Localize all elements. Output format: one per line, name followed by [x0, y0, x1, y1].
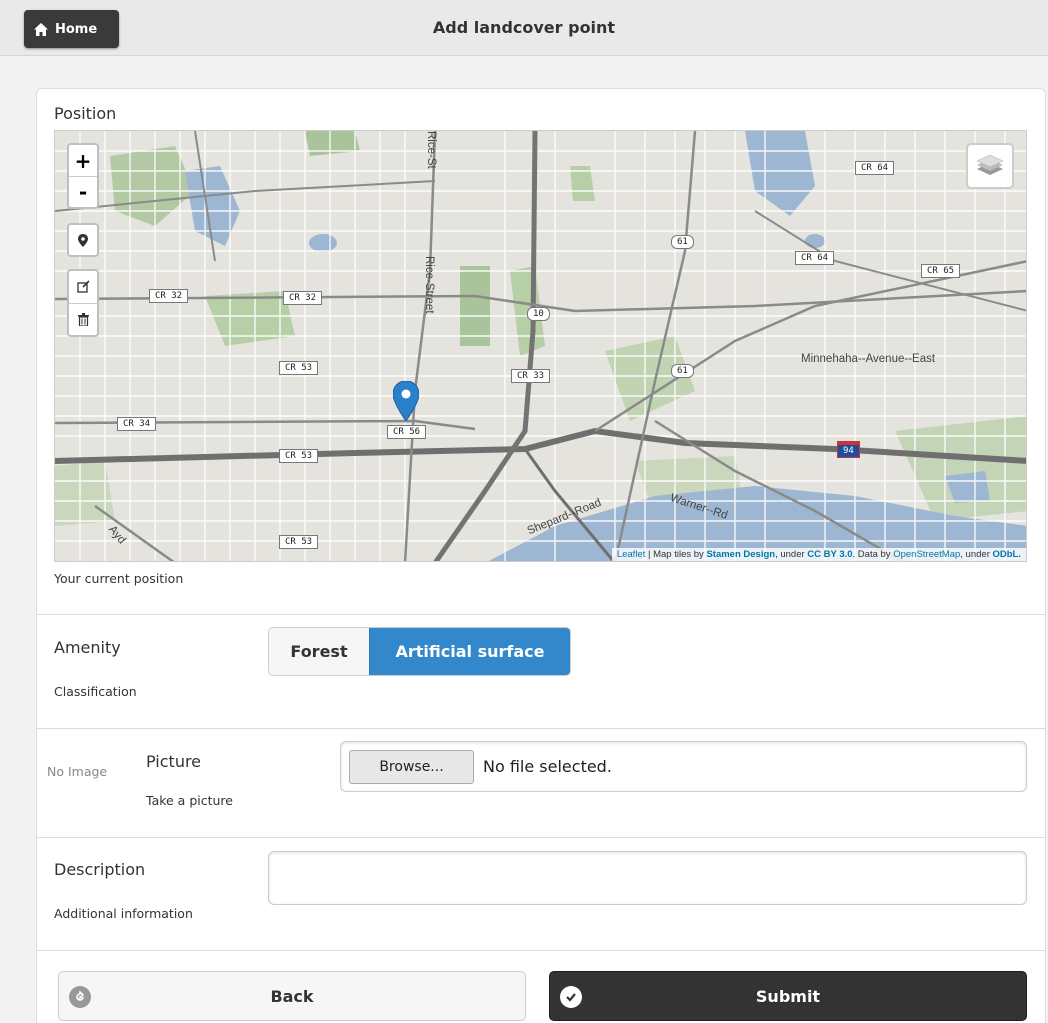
map-label: CR 32	[283, 291, 323, 305]
map-tiles	[55, 131, 1026, 561]
map-label: CR 64	[795, 251, 835, 265]
option-artificial-surface[interactable]: Artificial surface	[369, 628, 570, 675]
page-title: Add landcover point	[432, 18, 616, 37]
check-icon	[560, 986, 582, 1008]
us-shield: 61	[671, 364, 694, 378]
option-forest[interactable]: Forest	[269, 628, 369, 675]
stamen-link[interactable]: Stamen Design	[706, 549, 775, 560]
picture-label: Picture	[146, 752, 202, 771]
map-label: CR 53	[279, 535, 319, 549]
delete-button[interactable]	[69, 302, 97, 335]
file-input[interactable]: Browse... No file selected.	[340, 741, 1027, 792]
map-label: CR 64	[855, 161, 895, 175]
interstate-shield: 94	[837, 441, 860, 458]
position-label: Position	[54, 104, 117, 123]
ccby-link[interactable]: CC BY 3.0	[807, 549, 852, 560]
zoom-control: + -	[67, 143, 99, 209]
amenity-label: Amenity	[54, 638, 121, 657]
edit-button[interactable]	[76, 271, 90, 303]
road-label: Rice-Street	[423, 256, 435, 314]
odbl-link[interactable]: ODbL.	[993, 549, 1022, 560]
map-label: CR 33	[511, 369, 551, 383]
osm-link[interactable]: OpenStreetMap	[893, 549, 960, 560]
file-status: No file selected.	[483, 757, 612, 776]
attribution-text: , under	[960, 549, 993, 560]
road-label: Rice-St	[425, 131, 437, 169]
image-preview: No Image	[47, 764, 108, 779]
description-textarea[interactable]	[268, 851, 1027, 905]
back-label: Back	[270, 986, 314, 1006]
map-label: CR 65	[921, 264, 961, 278]
back-button[interactable]: Back	[58, 971, 526, 1021]
divider	[36, 728, 1046, 729]
map-attribution: Leaflet | Map tiles by Stamen Design, un…	[611, 548, 1026, 561]
zoom-out-button[interactable]: -	[69, 176, 97, 207]
map-label: CR 53	[279, 361, 319, 375]
us-shield: 10	[527, 307, 550, 321]
position-hint: Your current position	[54, 571, 184, 586]
description-hint: Additional information	[54, 906, 193, 921]
amenity-hint: Classification	[54, 684, 137, 699]
us-shield: 61	[671, 235, 694, 249]
attribution-text: , under	[775, 549, 808, 560]
position-map[interactable]: CR 64 CR 64 CR 65 CR 32 CR 32 CR 53 CR 5…	[54, 130, 1027, 562]
submit-button[interactable]: Submit	[549, 971, 1027, 1021]
browse-button[interactable]: Browse...	[349, 750, 474, 784]
divider	[36, 614, 1046, 615]
attribution-text: . Data by	[852, 549, 894, 560]
location-marker-icon[interactable]	[393, 381, 419, 421]
map-label: CR 32	[149, 289, 189, 303]
trash-icon	[77, 312, 89, 326]
description-label: Description	[54, 860, 146, 879]
layers-button[interactable]	[966, 143, 1014, 189]
back-arrow-icon	[69, 986, 91, 1008]
picture-hint: Take a picture	[146, 793, 233, 808]
submit-label: Submit	[755, 986, 821, 1006]
divider	[36, 950, 1046, 951]
locate-button[interactable]	[67, 223, 99, 257]
draw-toolbar	[67, 269, 99, 337]
attribution-text: | Map tiles by	[645, 549, 707, 560]
zoom-in-button[interactable]: +	[69, 145, 97, 176]
road-label: Minnehaha--Avenue--East	[801, 353, 936, 365]
divider	[36, 837, 1046, 838]
leaflet-link[interactable]: Leaflet	[617, 549, 646, 560]
map-label: CR 34	[117, 417, 157, 431]
edit-icon	[76, 280, 90, 294]
map-label: CR 53	[279, 449, 319, 463]
location-pin-icon	[78, 233, 88, 247]
amenity-selector: Forest Artificial surface	[268, 627, 571, 676]
layers-icon	[977, 155, 1003, 175]
header-bar: Home Add landcover point	[0, 0, 1048, 56]
map-label: CR 56	[387, 425, 427, 439]
